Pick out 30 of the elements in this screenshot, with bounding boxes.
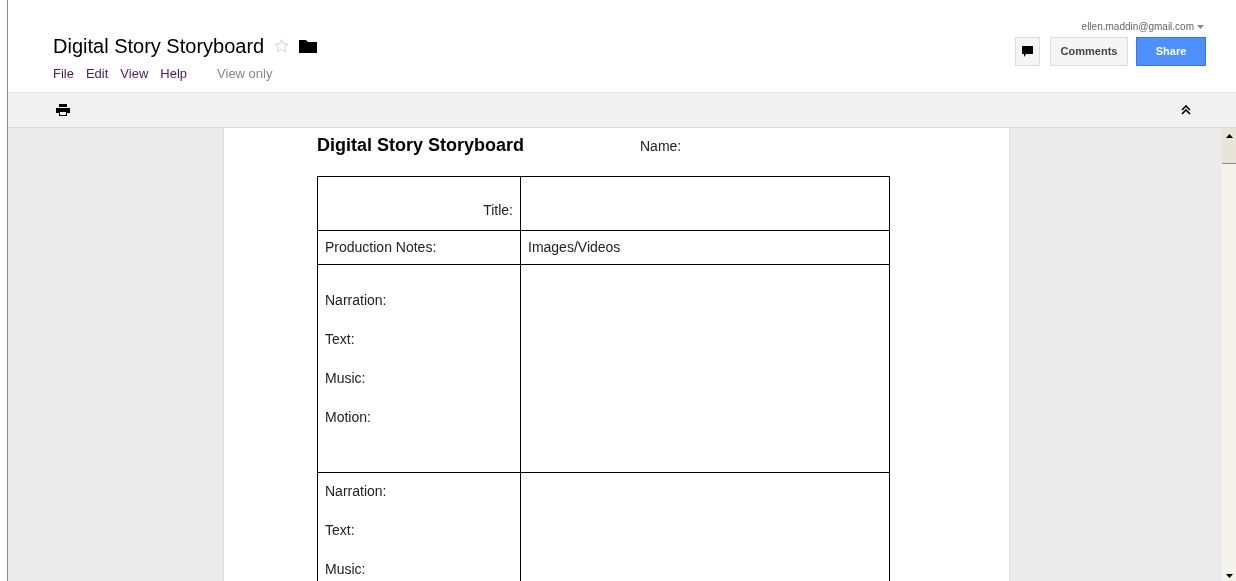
scroll-up-icon[interactable] (1225, 134, 1233, 138)
document-heading: Digital Story Storyboard (317, 134, 526, 157)
account-menu[interactable]: ellen.maddin@gmail.com (1081, 19, 1206, 34)
folder-icon[interactable] (299, 39, 318, 53)
column-header: Images/Videos (528, 238, 621, 257)
collapse-icon[interactable] (1181, 105, 1191, 115)
field-label: Text: (325, 521, 356, 540)
scroll-down-icon[interactable] (1225, 574, 1233, 578)
document-title: Digital Story Storyboard (53, 34, 265, 59)
star-icon[interactable] (274, 39, 290, 53)
menu-item[interactable]: Help (160, 64, 188, 84)
menu-item[interactable]: Edit (85, 64, 109, 84)
scrollbar[interactable] (1222, 128, 1236, 581)
column-header: Production Notes: (325, 238, 437, 257)
field-label: Music: (325, 369, 367, 388)
caret-icon (1197, 24, 1204, 29)
field-label: Narration: (325, 482, 388, 501)
name-label: Name: (640, 137, 682, 156)
title-label: Title: (483, 201, 513, 220)
field-label: Music: (325, 560, 367, 579)
print-icon[interactable] (56, 104, 70, 116)
menu-item[interactable]: File (53, 64, 74, 84)
menu-item[interactable]: View (120, 64, 149, 84)
field-label: Narration: (325, 291, 388, 310)
field-label: Text: (325, 330, 356, 349)
speech-bubble-icon (1022, 46, 1033, 57)
comment-button[interactable] (1015, 37, 1040, 66)
comments-button[interactable]: Comments (1050, 37, 1128, 66)
view-mode-label: View only (217, 65, 273, 83)
field-label: Motion: (325, 408, 372, 427)
